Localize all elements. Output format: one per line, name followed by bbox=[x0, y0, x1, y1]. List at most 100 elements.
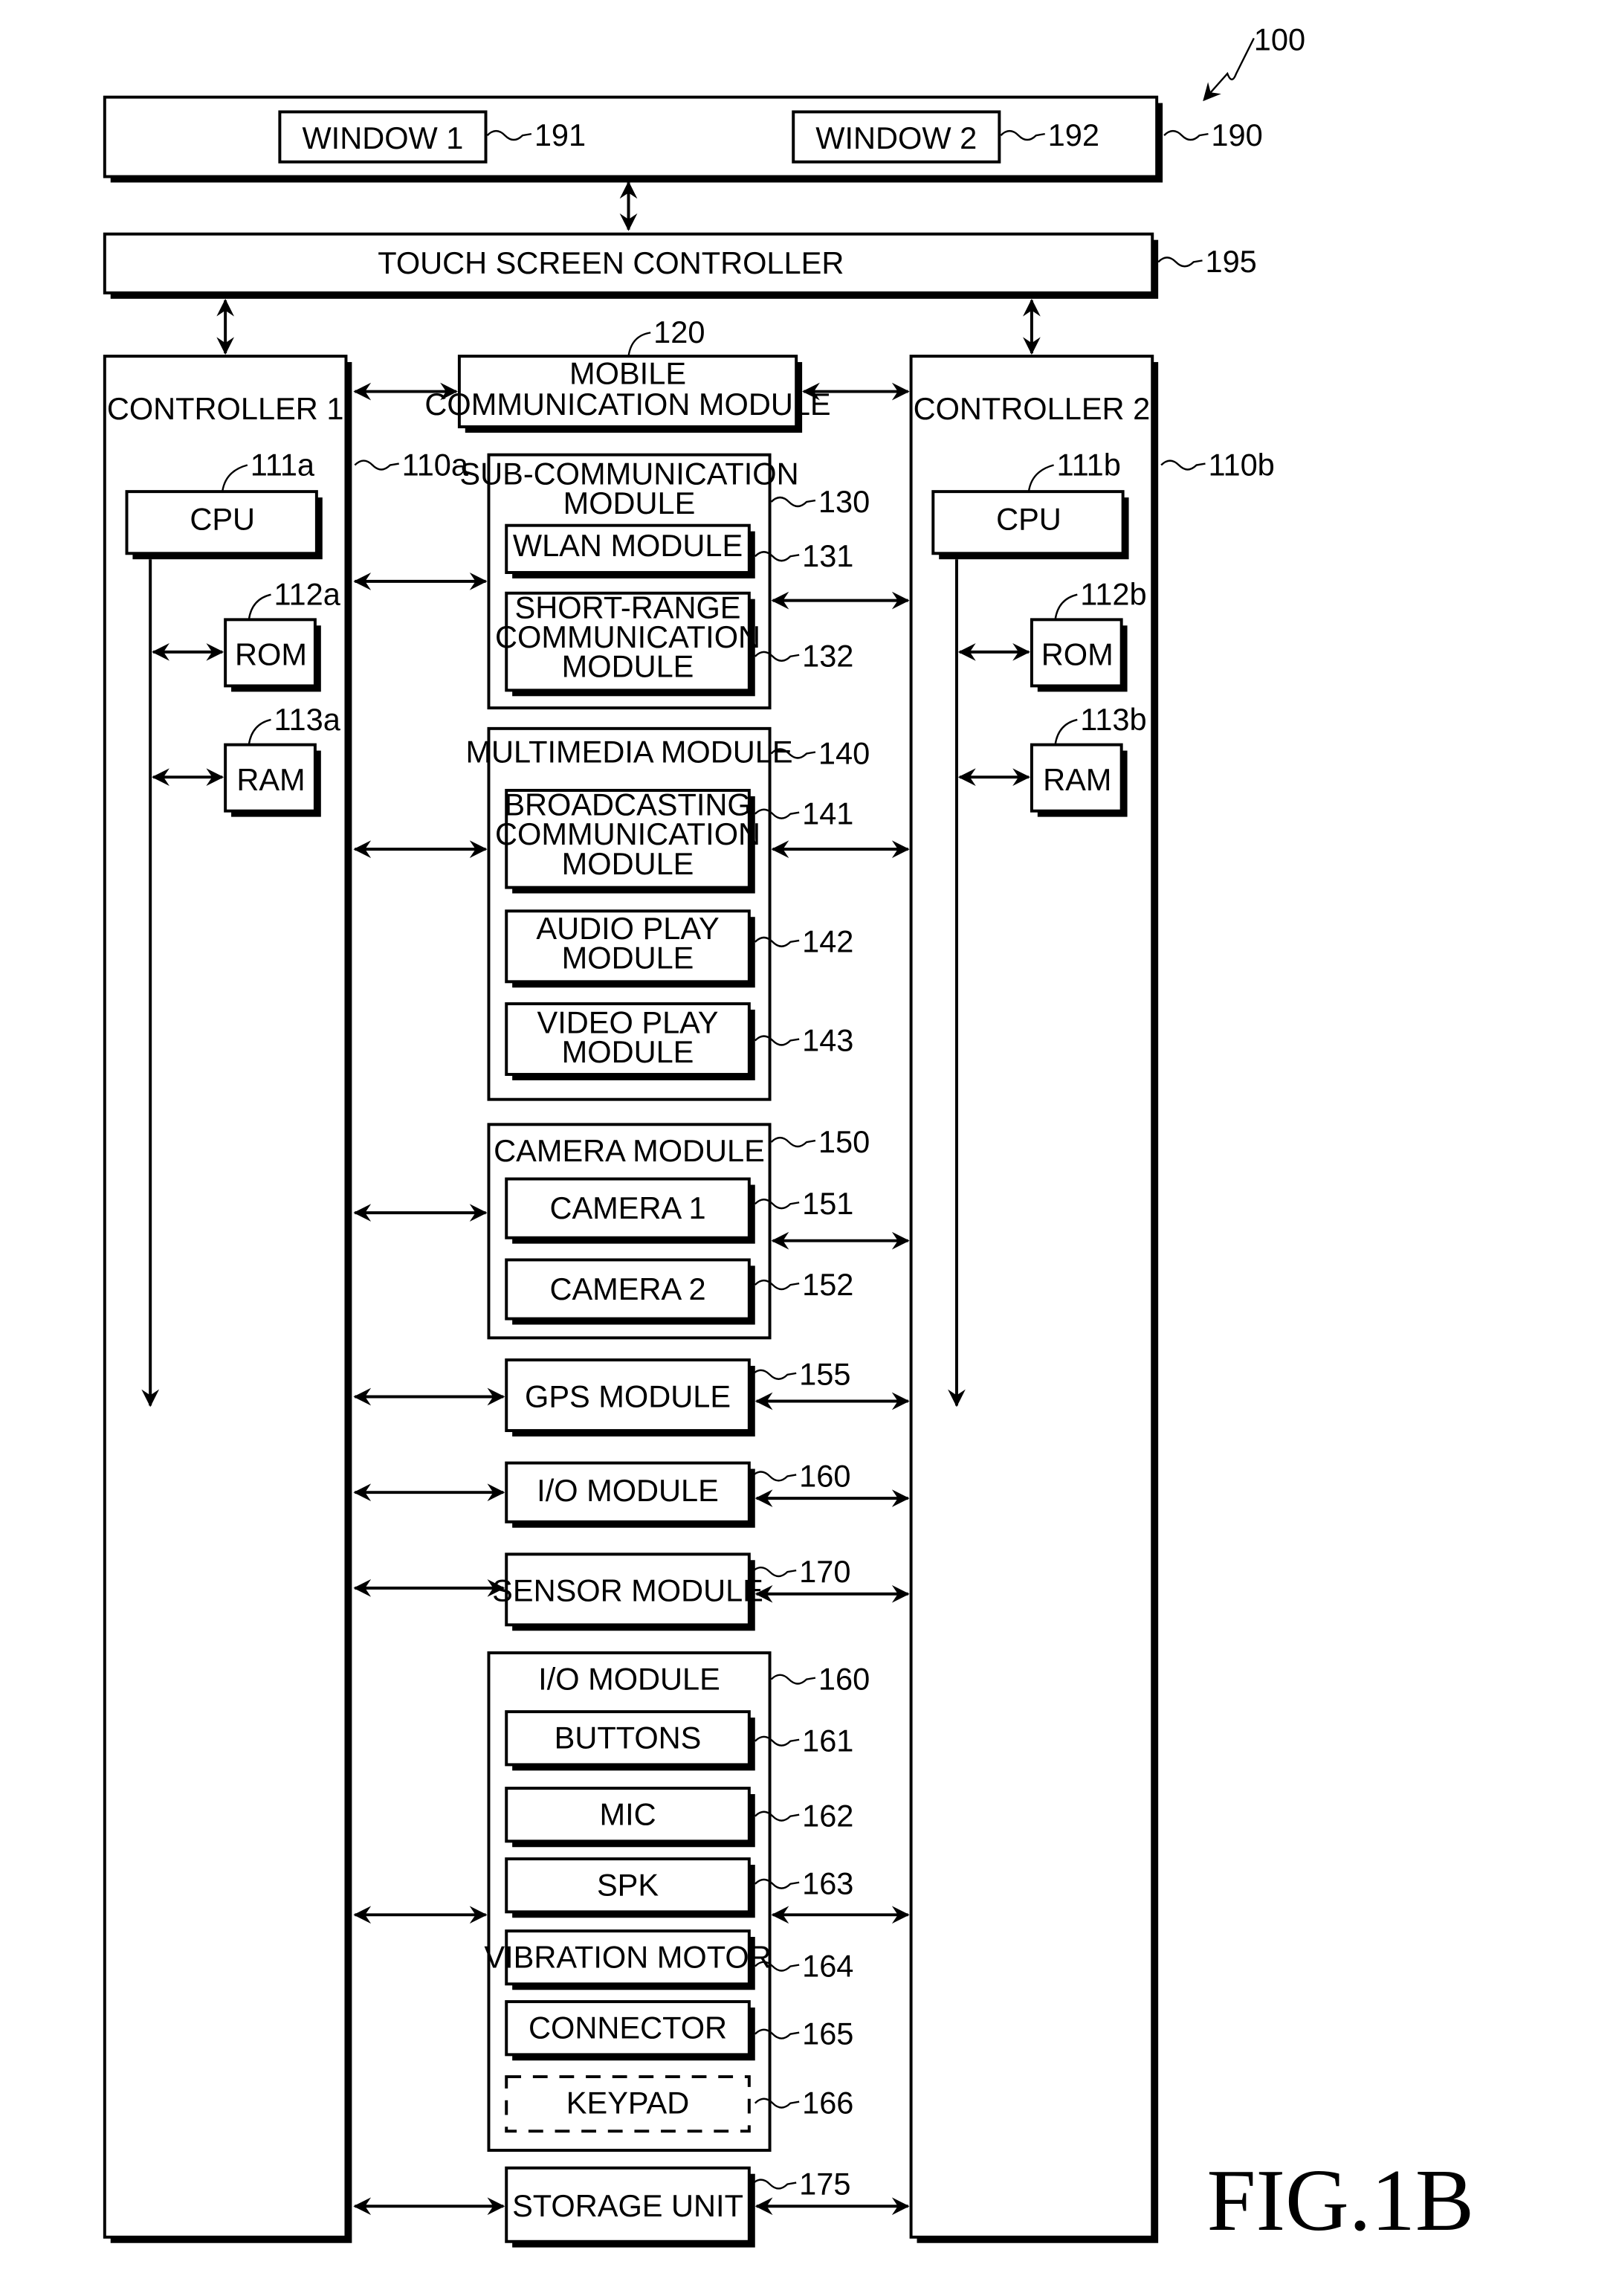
ref-195: 195 bbox=[1205, 244, 1256, 279]
ref-io_simple-leader bbox=[751, 1471, 797, 1482]
io_group-child-4: CONNECTOR bbox=[505, 2000, 755, 2061]
module-storage: STORAGE UNIT bbox=[505, 2166, 755, 2248]
module-mobile_comm: MOBILECOMMUNICATION MODULE bbox=[424, 355, 831, 433]
ref-sub_comm-leader bbox=[770, 496, 816, 508]
io_group-child-2: SPK bbox=[505, 1857, 755, 1918]
ref-ram-1: 113a bbox=[274, 702, 340, 737]
cpu-2-label: CPU bbox=[996, 502, 1061, 537]
window-1-label: WINDOW 1 bbox=[302, 120, 463, 155]
ref-camera-leader bbox=[770, 1136, 816, 1148]
sub_comm-child-0: WLAN MODULE bbox=[505, 523, 755, 578]
ref-gps-leader bbox=[751, 1369, 797, 1380]
sub_comm-child-1-label: MODULE bbox=[562, 649, 694, 684]
io_group-child-3: VIBRATION MOTOR bbox=[484, 1929, 772, 1990]
ref-multimedia-0: 141 bbox=[802, 796, 853, 831]
ref-io_simple: 160 bbox=[799, 1458, 850, 1493]
module-mobile_comm-label: MOBILE bbox=[569, 356, 686, 391]
group-sub_comm-label: MODULE bbox=[563, 486, 696, 520]
ref-191: 191 bbox=[534, 117, 586, 152]
figure-label: FIG.1B bbox=[1206, 2151, 1474, 2249]
module-mobile_comm-label: COMMUNICATION MODULE bbox=[424, 387, 830, 422]
ref-io_group: 160 bbox=[818, 1661, 870, 1696]
controller-1-label: CONTROLLER 1 bbox=[107, 391, 344, 426]
module-gps-label: GPS MODULE bbox=[525, 1378, 731, 1413]
ref-sub_comm-1: 132 bbox=[802, 639, 853, 674]
block-diagram: WINDOW 1 191 WINDOW 2 192 190 100 TOUCH SCREEN… bbox=[103, 22, 1474, 2249]
sub_comm-child-0-label: WLAN MODULE bbox=[513, 528, 743, 563]
module-io_simple: I/O MODULE bbox=[505, 1461, 755, 1528]
ref-camera-1: 152 bbox=[802, 1267, 853, 1302]
module-sensor-label: SENSOR MODULE bbox=[492, 1573, 763, 1608]
ref-io_group-4: 165 bbox=[802, 2016, 853, 2051]
camera-child-1: CAMERA 2 bbox=[505, 1258, 755, 1325]
ref-controller-1: 110a bbox=[402, 447, 469, 482]
io_group-child-1: MIC bbox=[505, 1787, 755, 1848]
ref-camera-0: 151 bbox=[802, 1186, 853, 1221]
module-gps: GPS MODULE bbox=[505, 1358, 755, 1436]
sub_comm-child-1: SHORT-RANGECOMMUNICATIONMODULE bbox=[495, 590, 760, 697]
ref-io_group-2: 163 bbox=[802, 1866, 853, 1901]
io_group-child-0: BUTTONS bbox=[505, 1710, 755, 1771]
ref-ram-2: 113b bbox=[1080, 702, 1146, 737]
ref-multimedia-2: 143 bbox=[802, 1022, 853, 1057]
io_group-child-5: KEYPAD bbox=[505, 2075, 751, 2133]
multimedia-child-1-label: MODULE bbox=[562, 941, 694, 976]
ref-multimedia-1: 142 bbox=[802, 924, 853, 959]
ref-mobile_comm: 120 bbox=[653, 315, 705, 349]
ram-1-label: RAM bbox=[236, 762, 305, 797]
multimedia-child-0-label: MODULE bbox=[562, 846, 694, 881]
group-io_group-label: I/O MODULE bbox=[538, 1661, 720, 1696]
rom-1-label: ROM bbox=[235, 637, 307, 672]
ref-190-leader bbox=[1163, 129, 1209, 141]
ref-controller-2: 110b bbox=[1208, 447, 1274, 482]
touch-screen bbox=[103, 95, 1163, 183]
ref-rom-2: 112b bbox=[1080, 577, 1146, 612]
ref-io_group-leader bbox=[770, 1674, 816, 1685]
ref-io_group-3: 164 bbox=[802, 1948, 853, 1983]
ref-storage-leader bbox=[751, 2179, 797, 2190]
module-sensor: SENSOR MODULE bbox=[492, 1552, 763, 1631]
multimedia-child-1: AUDIO PLAYMODULE bbox=[505, 909, 755, 988]
ref-storage: 175 bbox=[799, 2166, 850, 2201]
ref-190: 190 bbox=[1211, 117, 1262, 152]
io_group-child-1-label: MIC bbox=[599, 1797, 656, 1832]
io_group-child-3-label: VIBRATION MOTOR bbox=[484, 1940, 771, 1975]
ref-io_group-5: 166 bbox=[802, 2086, 853, 2121]
module-storage-label: STORAGE UNIT bbox=[512, 2188, 743, 2223]
ref-sub_comm-0: 131 bbox=[802, 538, 853, 573]
ref-mobile_comm-leader bbox=[627, 332, 651, 357]
ref-controller-1-leader bbox=[354, 459, 399, 471]
camera-child-0-label: CAMERA 1 bbox=[549, 1190, 705, 1225]
multimedia-child-2-label: MODULE bbox=[562, 1034, 694, 1069]
group-multimedia-label: MULTIMEDIA MODULE bbox=[465, 734, 792, 769]
ref-gps: 155 bbox=[799, 1357, 850, 1392]
ref-camera: 150 bbox=[818, 1124, 870, 1159]
touch-screen-controller-label: TOUCH SCREEN CONTROLLER bbox=[378, 245, 844, 280]
ref-io_group-1: 162 bbox=[802, 1799, 853, 1834]
ref-multimedia: 140 bbox=[818, 735, 870, 770]
ref-cpu-2: 111b bbox=[1057, 447, 1121, 482]
multimedia-child-0: BROADCASTINGCOMMUNICATIONMODULE bbox=[495, 787, 760, 894]
camera-child-0: CAMERA 1 bbox=[505, 1177, 755, 1244]
window-2-label: WINDOW 2 bbox=[815, 120, 977, 155]
ref-rom-1: 112a bbox=[274, 577, 340, 612]
io_group-child-0-label: BUTTONS bbox=[555, 1721, 702, 1755]
io_group-child-4-label: CONNECTOR bbox=[529, 2010, 727, 2045]
ref-cpu-1: 111a bbox=[251, 447, 315, 482]
cpu-1-label: CPU bbox=[190, 502, 255, 537]
ram-2-label: RAM bbox=[1043, 762, 1111, 797]
module-io_simple-label: I/O MODULE bbox=[537, 1473, 719, 1508]
multimedia-child-2: VIDEO PLAYMODULE bbox=[505, 1002, 755, 1080]
camera-child-1-label: CAMERA 2 bbox=[549, 1271, 705, 1306]
group-camera-label: CAMERA MODULE bbox=[494, 1133, 765, 1168]
ref-sub_comm: 130 bbox=[818, 484, 870, 519]
device-ref-leader bbox=[1203, 37, 1255, 102]
ref-195-leader bbox=[1157, 257, 1203, 268]
ref-controller-2-leader bbox=[1160, 459, 1206, 471]
io_group-child-2-label: SPK bbox=[597, 1868, 659, 1903]
io_group-child-5-label: KEYPAD bbox=[566, 2086, 689, 2121]
ref-sensor: 170 bbox=[799, 1554, 850, 1589]
device-ref: 100 bbox=[1254, 22, 1305, 57]
ref-io_group-0: 161 bbox=[802, 1723, 853, 1758]
controller-2-label: CONTROLLER 2 bbox=[914, 391, 1151, 426]
